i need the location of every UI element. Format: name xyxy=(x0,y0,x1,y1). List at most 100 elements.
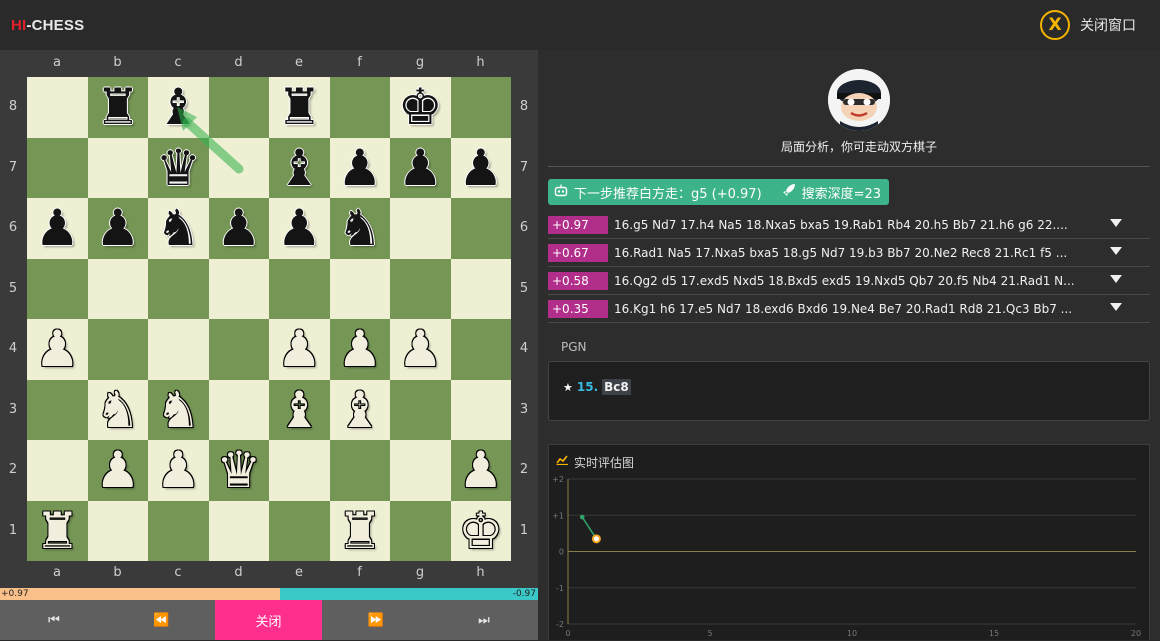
square-f3[interactable]: ♝ xyxy=(329,379,390,440)
close-window-button[interactable]: X 关闭窗口 xyxy=(1040,10,1136,40)
white-pawn-icon[interactable]: ♟ xyxy=(156,445,201,495)
square-g6[interactable] xyxy=(390,198,451,259)
black-pawn-icon[interactable]: ♟ xyxy=(398,143,443,193)
black-pawn-icon[interactable]: ♟ xyxy=(216,203,261,253)
white-pawn-icon[interactable]: ♟ xyxy=(95,445,140,495)
square-e8[interactable]: ♜ xyxy=(269,77,330,138)
square-d2[interactable]: ♛ xyxy=(208,440,269,501)
chevron-down-icon[interactable] xyxy=(1110,247,1122,255)
square-h8[interactable] xyxy=(450,77,511,138)
square-d6[interactable]: ♟ xyxy=(208,198,269,259)
square-c5[interactable] xyxy=(148,258,209,319)
white-knight-icon[interactable]: ♞ xyxy=(156,385,201,435)
square-f2[interactable] xyxy=(329,440,390,501)
engine-line-2[interactable]: +0.67 16.Rad1 Na5 17.Nxa5 bxa5 18.g5 Nd7 … xyxy=(548,239,1150,267)
black-king-icon[interactable]: ♚ xyxy=(398,82,443,132)
square-e1[interactable] xyxy=(269,500,330,561)
square-h3[interactable] xyxy=(450,379,511,440)
square-b8[interactable]: ♜ xyxy=(87,77,148,138)
white-pawn-icon[interactable]: ♟ xyxy=(35,324,80,374)
white-bishop-icon[interactable]: ♝ xyxy=(277,385,322,435)
black-queen-icon[interactable]: ♛ xyxy=(156,143,201,193)
engine-line-1[interactable]: +0.97 16.g5 Nd7 17.h4 Na5 18.Nxa5 bxa5 19… xyxy=(548,211,1150,239)
square-a2[interactable] xyxy=(27,440,88,501)
square-b3[interactable]: ♞ xyxy=(87,379,148,440)
square-f4[interactable]: ♟ xyxy=(329,319,390,380)
square-c3[interactable]: ♞ xyxy=(148,379,209,440)
square-f8[interactable] xyxy=(329,77,390,138)
black-knight-icon[interactable]: ♞ xyxy=(156,203,201,253)
black-rook-icon[interactable]: ♜ xyxy=(277,82,322,132)
square-g7[interactable]: ♟ xyxy=(390,137,451,198)
white-queen-icon[interactable]: ♛ xyxy=(216,445,261,495)
square-a8[interactable] xyxy=(27,77,88,138)
square-h6[interactable] xyxy=(450,198,511,259)
square-c1[interactable] xyxy=(148,500,209,561)
white-bishop-icon[interactable]: ♝ xyxy=(337,385,382,435)
square-e2[interactable] xyxy=(269,440,330,501)
square-f7[interactable]: ♟ xyxy=(329,137,390,198)
black-knight-icon[interactable]: ♞ xyxy=(337,203,382,253)
square-d4[interactable] xyxy=(208,319,269,380)
square-a3[interactable] xyxy=(27,379,88,440)
square-c8[interactable]: ♝ xyxy=(148,77,209,138)
square-e7[interactable]: ♝ xyxy=(269,137,330,198)
square-b7[interactable] xyxy=(87,137,148,198)
white-king-icon[interactable]: ♚ xyxy=(458,506,503,556)
square-d3[interactable] xyxy=(208,379,269,440)
black-rook-icon[interactable]: ♜ xyxy=(95,82,140,132)
white-rook-icon[interactable]: ♜ xyxy=(337,506,382,556)
square-g5[interactable] xyxy=(390,258,451,319)
square-c2[interactable]: ♟ xyxy=(148,440,209,501)
square-b6[interactable]: ♟ xyxy=(87,198,148,259)
square-b1[interactable] xyxy=(87,500,148,561)
next-move-button[interactable]: ⏩ xyxy=(322,600,430,640)
square-e6[interactable]: ♟ xyxy=(269,198,330,259)
square-h5[interactable] xyxy=(450,258,511,319)
black-bishop-icon[interactable]: ♝ xyxy=(156,82,201,132)
square-c4[interactable] xyxy=(148,319,209,380)
square-g2[interactable] xyxy=(390,440,451,501)
chess-board[interactable]: ♜ ♝ ♜ ♚ ♛ ♝ ♟ ♟ ♟ ♟ ♟ ♞ ♟ ♟ ♞ ♟ ♟ ♟ ♟ ♞ ♞ ♝ ♝ ♟ ♟ ♛ ♟ ♜ ♜ ♚ xyxy=(27,77,511,561)
square-g4[interactable]: ♟ xyxy=(390,319,451,380)
square-a4[interactable]: ♟ xyxy=(27,319,88,380)
previous-move-button[interactable]: ⏪ xyxy=(108,600,215,640)
square-a5[interactable] xyxy=(27,258,88,319)
square-h4[interactable] xyxy=(450,319,511,380)
white-pawn-icon[interactable]: ♟ xyxy=(277,324,322,374)
chevron-down-icon[interactable] xyxy=(1110,219,1122,227)
engine-line-4[interactable]: +0.35 16.Kg1 h6 17.e5 Nd7 18.exd6 Bxd6 19… xyxy=(548,295,1150,323)
square-h2[interactable]: ♟ xyxy=(450,440,511,501)
black-pawn-icon[interactable]: ♟ xyxy=(35,203,80,253)
square-c7[interactable]: ♛ xyxy=(148,137,209,198)
square-a7[interactable] xyxy=(27,137,88,198)
last-move-button[interactable]: ⏭ xyxy=(430,600,538,640)
pgn-move-san[interactable]: Bc8 xyxy=(602,379,631,395)
square-b4[interactable] xyxy=(87,319,148,380)
square-g8[interactable]: ♚ xyxy=(390,77,451,138)
engine-line-3[interactable]: +0.58 16.Qg2 d5 17.exd5 Nxd5 18.Bxd5 exd5… xyxy=(548,267,1150,295)
square-a1[interactable]: ♜ xyxy=(27,500,88,561)
square-e5[interactable] xyxy=(269,258,330,319)
first-move-button[interactable]: ⏮ xyxy=(0,600,108,640)
pgn-move[interactable]: ★ 15. Bc8 xyxy=(563,379,631,395)
square-f5[interactable] xyxy=(329,258,390,319)
square-f6[interactable]: ♞ xyxy=(329,198,390,259)
black-pawn-icon[interactable]: ♟ xyxy=(277,203,322,253)
chevron-down-icon[interactable] xyxy=(1110,303,1122,311)
black-pawn-icon[interactable]: ♟ xyxy=(337,143,382,193)
square-a6[interactable]: ♟ xyxy=(27,198,88,259)
square-g3[interactable] xyxy=(390,379,451,440)
chevron-down-icon[interactable] xyxy=(1110,275,1122,283)
square-b2[interactable]: ♟ xyxy=(87,440,148,501)
white-rook-icon[interactable]: ♜ xyxy=(35,506,80,556)
square-e3[interactable]: ♝ xyxy=(269,379,330,440)
white-pawn-icon[interactable]: ♟ xyxy=(398,324,443,374)
square-b5[interactable] xyxy=(87,258,148,319)
square-c6[interactable]: ♞ xyxy=(148,198,209,259)
square-d5[interactable] xyxy=(208,258,269,319)
square-d1[interactable] xyxy=(208,500,269,561)
white-pawn-icon[interactable]: ♟ xyxy=(458,445,503,495)
square-h1[interactable]: ♚ xyxy=(450,500,511,561)
square-d7[interactable] xyxy=(208,137,269,198)
